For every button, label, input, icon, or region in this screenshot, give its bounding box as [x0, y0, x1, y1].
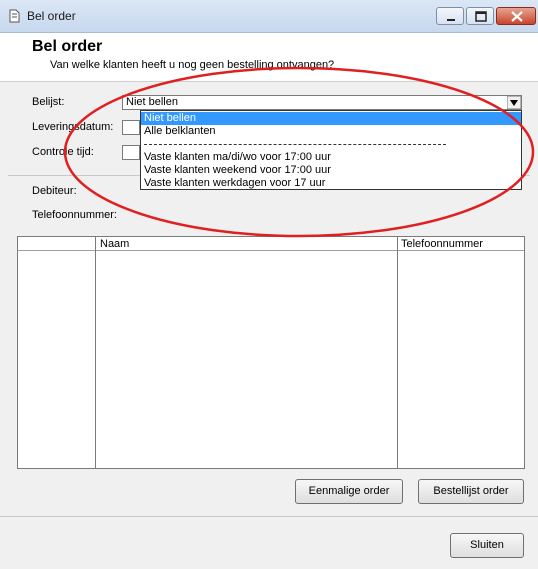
leveringsdatum-field[interactable] [122, 120, 140, 135]
chevron-down-icon[interactable] [507, 96, 521, 109]
bellijst-selected-value: Niet bellen [126, 96, 178, 108]
footer-divider [0, 516, 538, 517]
column-divider [95, 237, 96, 468]
bellijst-label: Belijst: [32, 96, 65, 108]
table-header-naam[interactable]: Naam [96, 237, 398, 251]
page-title: Bel order [32, 38, 103, 55]
debiteur-label: Debiteur: [32, 185, 77, 197]
sluiten-button[interactable]: Sluiten [450, 533, 524, 558]
app-icon [9, 9, 20, 23]
dialog-header: Bel order Van welke klanten heeft u nog … [0, 33, 538, 82]
table-header-empty[interactable] [18, 237, 96, 251]
dropdown-option-alle-belklanten[interactable]: Alle belklanten [141, 125, 521, 138]
telefoonnummer-label: Telefoonnummer: [32, 209, 117, 221]
table-header-telefoonnummer[interactable]: Telefoonnummer [398, 237, 524, 251]
column-divider [397, 237, 398, 468]
maximize-icon [475, 11, 487, 22]
minimize-icon [447, 19, 455, 21]
bestellijst-order-button[interactable]: Bestellijst order [418, 479, 524, 504]
leveringsdatum-label: Leveringsdatum: [32, 121, 114, 133]
close-button[interactable] [496, 7, 536, 25]
dropdown-option-weekend[interactable]: Vaste klanten weekend voor 17:00 uur [141, 164, 521, 177]
dropdown-option-ma-di-wo[interactable]: Vaste klanten ma/di/wo voor 17:00 uur [141, 151, 521, 164]
page-subtitle: Van welke klanten heeft u nog geen beste… [50, 59, 335, 71]
dropdown-separator [144, 144, 446, 145]
bellijst-dropdown-list: Niet bellen Alle belklanten Vaste klante… [140, 110, 522, 190]
close-icon [511, 11, 523, 22]
dropdown-option-niet-bellen[interactable]: Niet bellen [141, 112, 521, 125]
minimize-button[interactable] [436, 7, 464, 25]
controle-tijd-label: Controle tijd: [32, 146, 94, 158]
window-title: Bel order [27, 9, 76, 23]
title-bar: Bel order [0, 0, 538, 33]
dropdown-option-werkdagen[interactable]: Vaste klanten werkdagen voor 17 uur [141, 177, 521, 190]
bellijst-combobox[interactable]: Niet bellen [122, 95, 522, 110]
controle-tijd-field[interactable] [122, 145, 140, 160]
maximize-button[interactable] [466, 7, 494, 25]
eenmalige-order-button[interactable]: Eenmalige order [295, 479, 403, 504]
klanten-table[interactable]: Naam Telefoonnummer [17, 236, 525, 469]
